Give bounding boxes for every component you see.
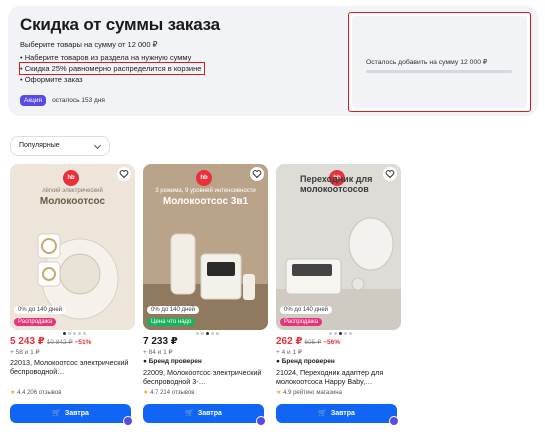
product-card[interactable]: hb лёгкий электрический Молокоотсос 0% д… [10,164,135,434]
image-title: Переходник для молокоотсосов [300,174,373,194]
promo-chip: Цена что надо [147,318,196,326]
product-title[interactable]: 22009, Молокоотсос электрический беспров… [143,368,268,386]
promo-step: Наберите товаров из раздела на нужную су… [20,52,204,63]
add-to-cart-button[interactable]: 🛒 Завтра [143,404,264,423]
brand-verified: ● Бренд проверен [276,358,335,365]
product-title[interactable]: 22013, Молокоотсос электрический беспров… [10,358,135,376]
brand-logo: hb [196,170,212,186]
threshold-progress-box: Осталось добавить на сумму 12 000 ₽ [348,12,531,112]
price-row: 5 243 ₽10 842 ₽ −51% [10,336,91,347]
installment-chip: 0% до 140 дней [147,306,200,314]
product-card[interactable]: hb 3 режима, 9 уровней интенсивности Мол… [143,164,268,434]
days-left: осталось 153 дня [52,97,105,104]
chevron-down-icon [93,141,102,150]
promo-chip: Распродажа [14,318,57,326]
image-title: Молокоотсос [39,196,106,207]
reviews: рейтинг магазина [293,390,342,396]
add-to-cart-button[interactable]: 🛒 Завтра [276,404,397,423]
sort-value: Популярные [19,142,60,149]
promo-title: Скидка от суммы заказа [20,15,220,34]
product-title[interactable]: 21024, Переходник адаптер для молокоотсо… [276,368,401,386]
price-row: 7 233 ₽ [143,336,178,347]
discount: −56% [323,339,341,346]
rating-row: ★ 4.9 рейтинг магазина [276,389,342,396]
verified-icon: ● [276,358,280,365]
brand-verified-label: Бренд проверен [281,358,335,365]
add-to-cart-button[interactable]: 🛒 Завтра [10,404,131,423]
heart-icon[interactable] [117,167,131,181]
product-image[interactable]: hb 3 режима, 9 уровней интенсивности Мол… [143,164,268,330]
bonus: + 4 и 1 ₽ [276,349,303,356]
product-image[interactable]: hb лёгкий электрический Молокоотсос 0% д… [10,164,135,330]
old-price: 10 842 ₽ [46,339,73,346]
old-price: 605 ₽ [304,339,322,346]
image-caption: лёгкий электрический [42,188,103,194]
sort-select[interactable]: Популярные [10,136,110,156]
cart-icon: 🛒 [52,410,61,417]
delivery-icon [123,416,133,426]
button-label: Завтра [64,410,89,417]
promo-chip: Распродажа [280,318,323,326]
promo-subtitle: Выберите товары на сумму от 12 000 ₽ [20,40,158,49]
delivery-icon [256,416,266,426]
star-icon: ★ [143,390,149,396]
installment-chip: 0% до 140 дней [14,306,67,314]
bonus: + 58 и 1 ₽ [10,349,40,356]
promo-step: Оформите заказ [20,74,204,85]
image-pager[interactable] [196,332,219,335]
progress-bar [366,70,512,73]
promo-badges: Акция осталось 153 дня [20,95,105,106]
verified-icon: ● [143,358,147,365]
image-pager[interactable] [63,332,86,335]
progress-text: Осталось добавить на сумму 12 000 ₽ [366,59,488,66]
promo-step-highlighted: Скидка 25% равномерно распределится в ко… [18,62,206,75]
reviews: 206 отзывов [27,390,62,396]
brand-verified-label: Бренд проверен [148,358,202,365]
installment-chip: 0% до 140 дней [280,306,333,314]
image-pager[interactable] [329,332,352,335]
discount: −51% [74,339,92,346]
reviews: 214 отзывов [160,390,195,396]
image-caption: 3 режима, 9 уровней интенсивности [155,188,256,194]
action-badge: Акция [20,95,47,106]
price-row: 262 ₽605 ₽ −56% [276,336,340,347]
price: 7 233 ₽ [143,336,178,347]
price: 262 ₽ [276,336,303,347]
progress-panel: Осталось добавить на сумму 12 000 ₽ [352,16,527,108]
product-card[interactable]: hb Переходник для молокоотсосов 0% до 14… [276,164,401,434]
image-title: Молокоотсос 3в1 [162,196,249,207]
star-icon: ★ [276,390,282,396]
rating: 4.7 [150,390,159,396]
delivery-icon [389,416,399,426]
price: 5 243 ₽ [10,336,45,347]
button-label: Завтра [330,410,355,417]
rating: 4.9 [283,390,292,396]
cart-icon: 🛒 [318,410,327,417]
rating-row: ★ 4.4 206 отзывов [10,389,61,396]
product-image[interactable]: hb Переходник для молокоотсосов 0% до 14… [276,164,401,330]
heart-icon[interactable] [250,167,264,181]
rating: 4.4 [17,390,26,396]
star-icon: ★ [10,390,16,396]
bonus: + 84 и 1 ₽ [143,349,173,356]
brand-logo: hb [63,170,79,186]
cart-icon: 🛒 [185,410,194,417]
button-label: Завтра [197,410,222,417]
rating-row: ★ 4.7 214 отзывов [143,389,194,396]
brand-verified: ● Бренд проверен [143,358,202,365]
promo-steps: Наберите товаров из раздела на нужную су… [18,52,206,85]
